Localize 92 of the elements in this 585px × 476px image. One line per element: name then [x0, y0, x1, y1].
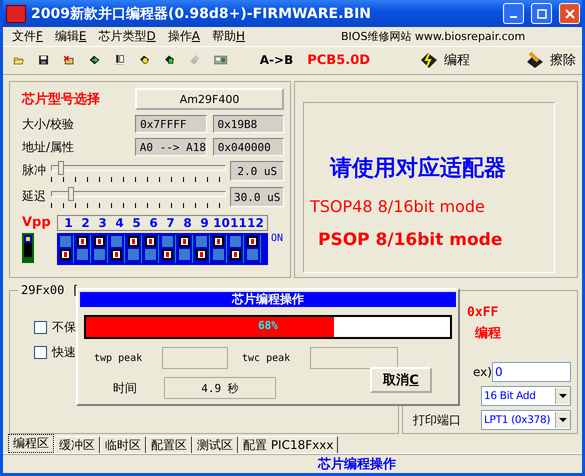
dip-switch[interactable] — [211, 235, 227, 264]
checkbox[interactable] — [34, 321, 47, 334]
switch-number: 11 — [230, 216, 247, 230]
readonly-field: 0x7FFFF — [135, 115, 207, 134]
close-icon — [564, 8, 574, 18]
slider-reading: 30.0 uS — [230, 187, 284, 208]
dip-switch[interactable] — [92, 235, 108, 264]
menu-item[interactable]: 文件F — [6, 28, 49, 45]
minimize-icon — [510, 16, 517, 18]
status-text: 芯片编程操作 — [318, 456, 397, 473]
vpp-switch[interactable] — [22, 233, 34, 264]
adapter-heading: 请使用对应适配器 — [328, 154, 507, 184]
input-field[interactable]: 0 — [492, 362, 571, 382]
readonly-field: A0 --> A18 — [134, 138, 207, 156]
cancel-button[interactable]: 取消C — [370, 367, 432, 393]
bus-mode-dropdown[interactable]: 16 Bit Add — [481, 386, 571, 406]
slider-reading: 2.0 uS — [230, 161, 284, 182]
erase-button[interactable]: 擦除 — [520, 50, 582, 70]
dip-switch[interactable] — [245, 235, 261, 264]
field-label: twc peak — [242, 352, 292, 364]
dip-switch[interactable] — [228, 235, 244, 264]
window-title: 2009新款并口编程器(0.98d8+)-FIRMWARE.BIN — [31, 4, 372, 22]
notice-text: 编程 — [474, 324, 502, 342]
readonly-field: 0x040000 — [212, 138, 284, 156]
dip-switch[interactable] — [58, 235, 74, 264]
tab[interactable]: 缓冲区 — [54, 436, 100, 453]
tab[interactable]: 测试区 — [192, 436, 238, 453]
switch-number: 7 — [165, 216, 176, 230]
chip-eraser-icon — [526, 51, 544, 70]
slider-label: 延迟 — [22, 188, 47, 206]
slider-track[interactable] — [50, 161, 226, 176]
checkbox-label: 快速 — [52, 344, 76, 361]
on-label: ON — [270, 233, 284, 244]
close-button[interactable] — [559, 3, 580, 24]
menu-item[interactable]: 芯片类型D — [92, 28, 162, 45]
elapsed-time-field: 4.9 秒 — [164, 377, 276, 399]
chip-select-heading: 芯片型号选择 — [22, 91, 101, 108]
field-label: 时间 — [112, 380, 138, 396]
switch-number: 4 — [114, 216, 125, 230]
tab[interactable]: 配置区 — [146, 436, 192, 453]
dip-switch[interactable] — [160, 235, 176, 264]
dip-switch[interactable] — [126, 235, 142, 264]
switch-number: 8 — [182, 216, 193, 230]
pcb-version: PCB5.0D — [307, 52, 370, 68]
field-label: twp peak — [94, 352, 144, 364]
field-label: ex) — [472, 365, 492, 379]
slider-label: 脉冲 — [22, 162, 47, 180]
switch-number: 10 — [213, 216, 230, 230]
switch-number: 6 — [148, 216, 159, 230]
tab[interactable]: 配置 PIC18Fxxx — [238, 436, 338, 453]
switch-number: 12 — [247, 216, 264, 230]
readonly-field: 0x19B8 — [212, 115, 284, 134]
switch-number: 2 — [80, 216, 91, 230]
switch-number: 3 — [97, 216, 108, 230]
app-icon — [6, 4, 26, 22]
slider-track[interactable] — [50, 187, 226, 202]
port-dropdown[interactable]: LPT1 (0x378) — [481, 410, 571, 430]
dip-switch[interactable] — [143, 235, 159, 264]
slider-thumb[interactable] — [68, 187, 74, 202]
maximize-icon — [536, 8, 546, 18]
progress-text: 68% — [257, 319, 279, 332]
field-label: 大小/校验 — [22, 116, 76, 133]
program-button[interactable]: 编程 — [414, 50, 476, 70]
tab[interactable]: 临时区 — [100, 436, 146, 453]
minimize-button[interactable] — [503, 3, 524, 24]
dialog-title: 芯片编程操作 — [80, 292, 456, 307]
notice-text: 0xFF — [466, 305, 500, 320]
chip-lightning-icon — [420, 51, 438, 70]
readonly-field — [162, 347, 228, 369]
mode-text: TSOP48 8/16bit mode — [310, 197, 486, 216]
switch-number: 1 — [63, 216, 74, 230]
dip-switch[interactable] — [194, 235, 210, 264]
copy-label: A->B — [260, 53, 294, 68]
checkbox-label: 不保 — [52, 319, 76, 336]
maximize-button[interactable] — [531, 3, 552, 24]
menu-item[interactable]: 操作A — [162, 28, 206, 45]
chip-model-button[interactable]: Am29F400 — [135, 88, 284, 110]
menu-item[interactable]: 帮助H — [206, 28, 251, 45]
field-label: 地址/属性 — [22, 138, 76, 156]
slider-thumb[interactable] — [58, 161, 64, 176]
switch-number: 9 — [199, 216, 210, 230]
menu-item[interactable]: 编辑E — [48, 28, 92, 45]
checkbox[interactable] — [34, 346, 47, 359]
dip-switch[interactable] — [75, 235, 91, 264]
switch-number: 5 — [131, 216, 142, 230]
dip-switch[interactable] — [177, 235, 193, 264]
website-text: BIOS维修网站 www.biosrepair.com — [341, 28, 526, 44]
dip-switch[interactable] — [109, 235, 125, 264]
mode-text: PSOP 8/16bit mode — [317, 230, 504, 250]
vpp-label: Vpp — [22, 215, 52, 232]
tab[interactable]: 编程区 — [8, 434, 54, 453]
port-label: 打印端口 — [413, 412, 461, 428]
